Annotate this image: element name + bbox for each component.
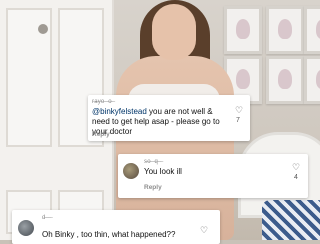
like-count: 4 — [294, 174, 298, 181]
comment-username[interactable]: s̶o̶ ̶ ̶q̶ ̶ ̶ — [144, 159, 162, 165]
comment-text: Oh Binky , too thin, what happened?? — [42, 230, 176, 239]
wall-art-frame — [266, 6, 304, 54]
comment-mention[interactable]: @binkyfelstead — [92, 107, 147, 116]
wall-art-frame — [304, 56, 320, 104]
person-face — [152, 4, 196, 60]
wall-art-frame — [304, 6, 320, 54]
avatar[interactable] — [123, 163, 139, 179]
comment-text: You look ill — [144, 167, 182, 176]
heart-outline-icon[interactable]: ♡ — [292, 163, 300, 172]
wall-art-frame — [224, 6, 262, 54]
comment-username[interactable]: d̶ ̶ ̶ ̶ — [42, 215, 51, 221]
patterned-pillow — [262, 200, 320, 240]
heart-outline-icon[interactable]: ♡ — [235, 106, 243, 115]
reply-button[interactable]: Reply — [92, 131, 110, 138]
like-count: 7 — [236, 117, 240, 124]
comment-card: d̶ ̶ ̶ ̶ Oh Binky , too thin, what happe… — [12, 210, 220, 244]
comment-username[interactable]: r̶a̶y̶o̶ ̶ ̶o̶ ̶ — [92, 99, 114, 105]
door-knob — [38, 24, 48, 34]
heart-outline-icon[interactable]: ♡ — [200, 226, 208, 235]
avatar[interactable] — [18, 220, 34, 236]
comment-card: s̶o̶ ̶ ̶q̶ ̶ ̶ You look ill Reply ♡ 4 — [118, 154, 308, 198]
comment-text: @binkyfelstead you are not well & need t… — [92, 107, 232, 137]
comment-card: r̶a̶y̶o̶ ̶ ̶o̶ ̶ @binkyfelstead you are … — [88, 95, 250, 141]
wall-art-frame — [266, 56, 304, 104]
reply-button[interactable]: Reply — [144, 184, 162, 191]
